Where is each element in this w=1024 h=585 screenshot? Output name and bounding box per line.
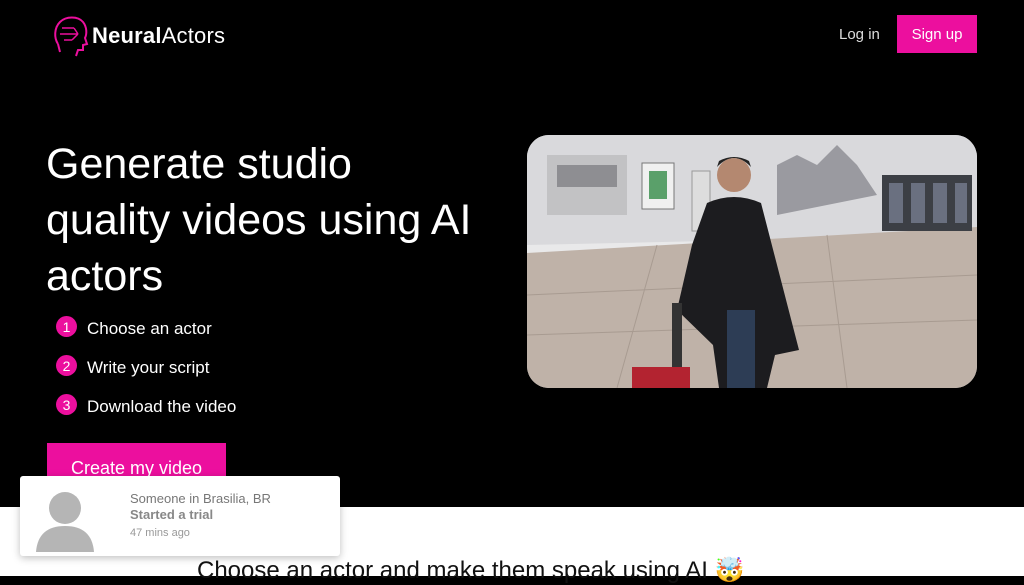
step-item: 2 Write your script	[56, 354, 236, 393]
step-number: 2	[56, 355, 77, 376]
top-navbar: NeuralActors Log in Sign up	[0, 0, 1024, 70]
head-outline-icon	[54, 16, 89, 57]
activity-toast[interactable]: Someone in Brasilia, BR Started a trial …	[20, 476, 340, 556]
logo-text: NeuralActors	[92, 25, 225, 47]
step-number: 1	[56, 316, 77, 337]
toast-time: 47 mins ago	[130, 527, 190, 539]
step-item: 1 Choose an actor	[56, 315, 236, 354]
user-avatar-icon	[32, 486, 98, 552]
step-label: Write your script	[87, 358, 210, 377]
logo-text-actors: Actors	[161, 23, 226, 48]
step-label: Choose an actor	[87, 319, 212, 338]
steps-list: 1 Choose an actor 2 Write your script 3 …	[56, 315, 236, 432]
video-frame-illustration	[527, 135, 977, 388]
step-number: 3	[56, 394, 77, 415]
logo[interactable]: NeuralActors	[52, 14, 225, 58]
section-title: Choose an actor and make them speak usin…	[197, 557, 745, 584]
login-link[interactable]: Log in	[839, 26, 880, 43]
hero-title: Generate studio quality videos using AI …	[46, 140, 472, 300]
step-item: 3 Download the video	[56, 393, 236, 432]
step-label: Download the video	[87, 397, 237, 416]
logo-text-neural: Neural	[92, 23, 162, 48]
toast-location: Someone in Brasilia, BR	[130, 491, 271, 506]
hero-video[interactable]	[527, 135, 977, 388]
signup-button[interactable]: Sign up	[897, 15, 977, 53]
toast-action: Started a trial	[130, 507, 214, 522]
